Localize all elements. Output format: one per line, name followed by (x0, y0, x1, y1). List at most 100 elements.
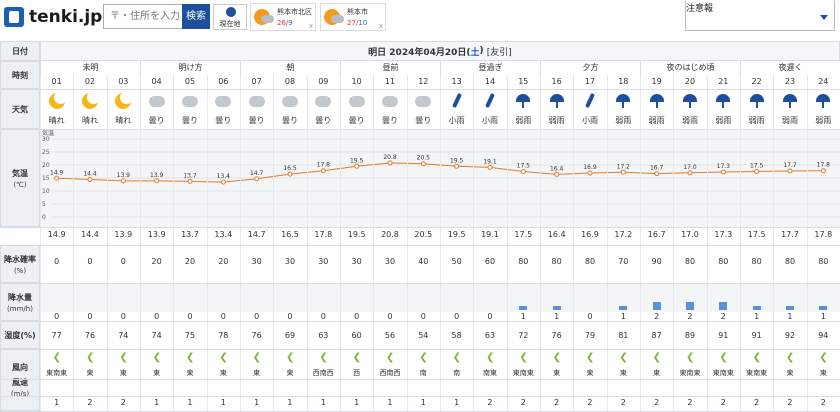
temperature-value: 17.3 (714, 230, 733, 239)
weather-text: 晴れ (81, 116, 98, 125)
weather-text: 弱雨 (681, 116, 698, 125)
precip-value: 0 (320, 312, 326, 321)
wind-direction-arrow-icon: ❮ (619, 352, 628, 363)
recent-city-card[interactable]: 熊本市北区 26/9 x (250, 3, 316, 31)
weather-text: 小雨 (581, 116, 598, 125)
temperature-point-label: 14.7 (250, 170, 264, 177)
precip-value: 0 (420, 312, 426, 321)
temperature-point-label: 17.5 (750, 163, 764, 170)
temp-axis-label: 気温 (42, 129, 54, 137)
precip-value: 1 (754, 312, 760, 321)
temperature-value: 17.0 (681, 230, 699, 239)
precip-prob-value: 80 (584, 257, 596, 266)
weather-text: 曇り (315, 116, 332, 125)
hour-cell: 18 (618, 77, 629, 86)
wind-direction: 東 (219, 369, 227, 377)
precip-value: 0 (287, 312, 293, 321)
search-button[interactable]: 検索 (182, 4, 210, 29)
hourly-forecast-table: 日付 明日 2024年04月20日(土) [友引] 時刻 未明 明け方朝昼前 昼過ぎ… (0, 41, 840, 412)
temperature-point-label: 19.5 (450, 157, 464, 164)
wind-speed: 2 (687, 398, 693, 407)
humidity-value: 94 (818, 331, 829, 340)
precip-prob-value: 60 (484, 257, 496, 266)
precip-bar (752, 306, 761, 310)
wind-direction-arrow-icon: ❮ (252, 352, 262, 363)
grid-line (0, 227, 840, 228)
wind-speed: 2 (487, 398, 493, 407)
site-header: tenki.jp 〒・住所を入力 検索 現在地 熊本市北区 26/9 x 熊本市… (0, 0, 840, 40)
humidity-value: 92 (784, 331, 796, 340)
weather-text: 晴れ (48, 116, 65, 125)
wind-speed: 1 (54, 398, 60, 407)
hour-cell: 19 (651, 77, 662, 86)
temperature-value: 19.5 (447, 230, 466, 239)
label-wind: 風向 風速 (m/s) (0, 349, 40, 411)
city-name: 熊本市北区 (277, 8, 312, 16)
crescent-moon-icon (82, 91, 100, 109)
weather-text: 弱雨 (548, 116, 565, 125)
hour-cell: 21 (718, 77, 729, 86)
wind-speed: 2 (554, 398, 560, 407)
temperature-value: 16.9 (581, 230, 599, 239)
humidity-value: 72 (518, 331, 529, 340)
grid-line (0, 321, 840, 322)
warning-dropdown[interactable]: 注意報 (685, 1, 835, 31)
city-name: 熊本市 (347, 8, 368, 16)
period-label: 未明 (40, 61, 140, 75)
temperature-value: 17.2 (614, 230, 633, 239)
label-date: 日付 (0, 41, 40, 61)
precip-prob-value: 80 (551, 257, 562, 266)
wind-speed: 1 (154, 398, 160, 407)
temperature-value: 16.4 (547, 230, 566, 239)
close-icon[interactable]: x (379, 22, 383, 30)
temperature-value: 19.5 (347, 230, 366, 239)
city-temps: 27/10 (347, 19, 368, 27)
temperature-point (687, 170, 693, 176)
temperature-point-label: 13.9 (150, 172, 164, 179)
humidity-value: 76 (251, 331, 262, 340)
humidity-value: 63 (318, 331, 329, 340)
temperature-point-label: 16.4 (550, 165, 564, 172)
humidity-value: 75 (184, 331, 196, 340)
weekday: 土 (470, 47, 480, 58)
umbrella-icon (682, 93, 698, 109)
weather-text: 弱雨 (515, 116, 532, 125)
wind-direction: 東 (253, 369, 261, 377)
temperature-point-label: 16.7 (650, 165, 664, 172)
wind-direction-arrow-icon: ❮ (419, 352, 428, 363)
close-icon[interactable]: x (309, 22, 313, 30)
precip-value: 1 (620, 312, 626, 321)
wind-direction-arrow-icon: ❮ (819, 352, 828, 363)
temperature-point (220, 179, 226, 185)
recent-city-card[interactable]: 熊本市 27/10 x (320, 3, 386, 31)
hour-cell: 23 (784, 77, 796, 86)
weather-text: 曇り (415, 116, 432, 125)
umbrella-icon (615, 93, 631, 109)
wind-speed: 1 (254, 398, 260, 407)
wind-direction: 東 (286, 369, 294, 377)
cloud-icon (331, 15, 344, 23)
precip-prob-value: 30 (318, 257, 329, 266)
temperature-point (254, 176, 260, 182)
precip-prob-value: 50 (451, 257, 462, 266)
hour-cell: 02 (84, 77, 96, 86)
temperature-point (120, 178, 126, 184)
precip-prob-value: 0 (87, 257, 93, 266)
precip-bar (686, 302, 694, 310)
precip-prob-value: 80 (784, 257, 796, 266)
wind-direction: 東 (619, 369, 627, 377)
humidity-value: 87 (651, 331, 662, 340)
precip-bar (619, 306, 628, 310)
site-logo[interactable]: tenki.jp (4, 5, 102, 29)
current-location-button[interactable]: 現在地 (213, 4, 247, 30)
temperature-point (454, 163, 460, 169)
period-row: 未明 明け方朝昼前 昼過ぎ 夕方 夜のはじめ頃 夜遅く (40, 61, 840, 75)
humidity-value: 54 (418, 331, 429, 340)
hour-cell: 14 (484, 77, 496, 86)
warning-label: 注意報 (686, 4, 714, 14)
temperature-value: 17.5 (514, 230, 533, 239)
weather-text: 弱雨 (615, 116, 632, 125)
humidity-value: 60 (351, 331, 362, 340)
label-precip: 降水量 (mm/h) (0, 283, 40, 321)
temperature-value: 14.7 (247, 230, 266, 239)
